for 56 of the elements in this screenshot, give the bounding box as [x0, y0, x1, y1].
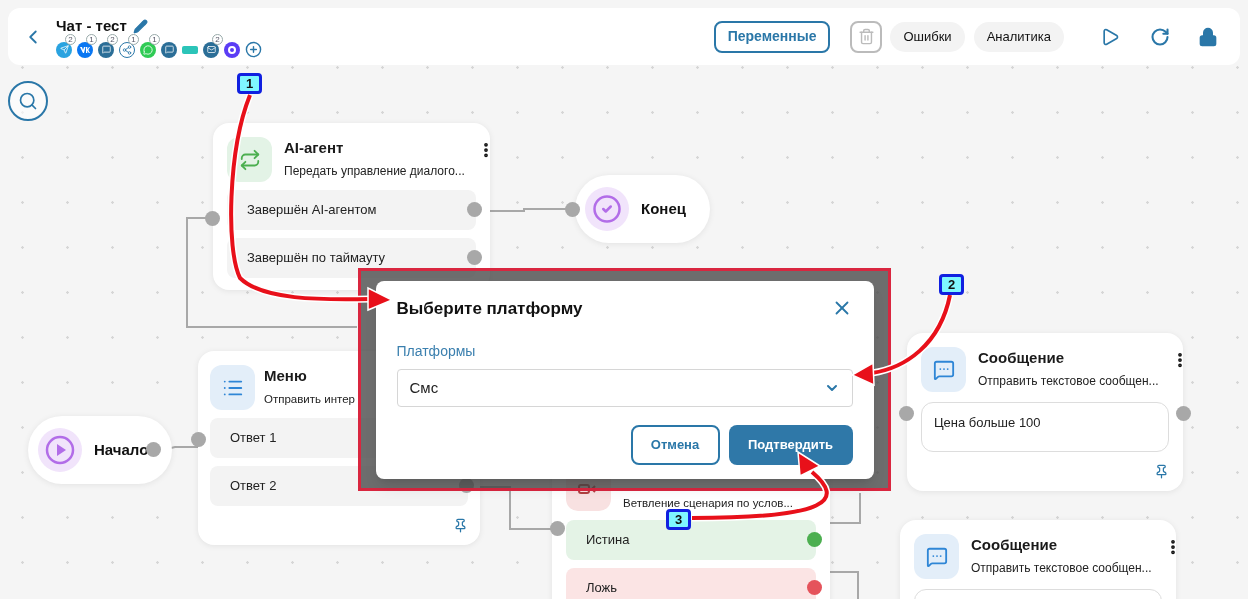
- variables-button[interactable]: Переменные: [713, 20, 831, 53]
- refresh-icon[interactable]: [1150, 26, 1170, 47]
- node-subtitle: Отправить интер: [264, 392, 355, 407]
- trash-icon: [857, 28, 875, 45]
- node-title: Конец: [641, 198, 686, 219]
- node-card[interactable]: AI-агент Передать управление диалого... Завершён AI-агентом Завершён по таймауту: [213, 123, 490, 290]
- search-icon: [18, 91, 38, 111]
- node-subtitle: Отправить текстовое сообщен...: [971, 560, 1152, 577]
- count-badge: 1: [128, 33, 139, 45]
- step-number-badge: 2: [939, 274, 964, 295]
- list-icon: [210, 365, 255, 410]
- terminal-node[interactable]: Начало: [28, 416, 173, 484]
- edit-icon[interactable]: [132, 18, 148, 34]
- message-icon: [914, 534, 959, 579]
- step-number-badge: 3: [666, 509, 691, 530]
- output-row[interactable]: Завершён AI-агентом: [227, 190, 476, 230]
- pin-icon[interactable]: [453, 518, 468, 533]
- pin-icon[interactable]: [1154, 464, 1169, 479]
- node-subtitle: Передать управление диалого...: [284, 163, 465, 180]
- count-badge: 1: [86, 33, 97, 45]
- errors-button[interactable]: Ошибки: [890, 21, 965, 52]
- node-title: Сообщение: [971, 535, 1058, 555]
- cancel-button[interactable]: Отмена: [630, 425, 720, 465]
- flow-title: Чат - тест: [56, 17, 127, 35]
- terminal-node[interactable]: Конец: [575, 175, 710, 243]
- vk-icon[interactable]: [77, 41, 93, 58]
- node-card[interactable]: Сообщение Отправить текстовое сообщен...: [900, 520, 1176, 599]
- node-title: Начало: [94, 439, 149, 460]
- confirm-button[interactable]: Подтвердить: [728, 425, 853, 465]
- add-icon[interactable]: [245, 41, 262, 58]
- node-title: Сообщение: [978, 348, 1065, 368]
- analytics-button[interactable]: Аналитика: [973, 21, 1064, 52]
- lock-icon[interactable]: [1198, 26, 1218, 47]
- step-number-badge: 1: [237, 73, 262, 94]
- mail-icon[interactable]: [203, 41, 219, 58]
- share-icon[interactable]: [119, 41, 135, 58]
- output-row[interactable]: Ложь: [566, 568, 816, 599]
- ring-icon[interactable]: [224, 41, 240, 58]
- play-icon[interactable]: [1100, 26, 1120, 47]
- dialog-title: Выберите платформу: [396, 297, 583, 320]
- node-subtitle: Отправить текстовое сообщен...: [978, 373, 1159, 390]
- node-title: AI-агент: [284, 138, 344, 158]
- chat-icon[interactable]: [161, 41, 177, 58]
- chat-icon[interactable]: [98, 41, 114, 58]
- search-button[interactable]: [8, 81, 48, 121]
- message-icon: [921, 347, 966, 392]
- node-card[interactable]: Сообщение Отправить текстовое сообщен... Цена больше 100: [907, 333, 1183, 491]
- telegram-icon[interactable]: [56, 41, 72, 58]
- node-subtitle: Ветвление сценария по услов...: [623, 496, 793, 511]
- count-badge: 2: [65, 33, 76, 45]
- count-badge: 1: [149, 33, 160, 45]
- node-title: Меню: [264, 366, 307, 386]
- message-text-box[interactable]: Цена больше 100: [921, 402, 1169, 452]
- count-badge: 2: [107, 33, 118, 45]
- count-badge: 2: [212, 33, 223, 45]
- platform-select[interactable]: Смс: [396, 369, 853, 407]
